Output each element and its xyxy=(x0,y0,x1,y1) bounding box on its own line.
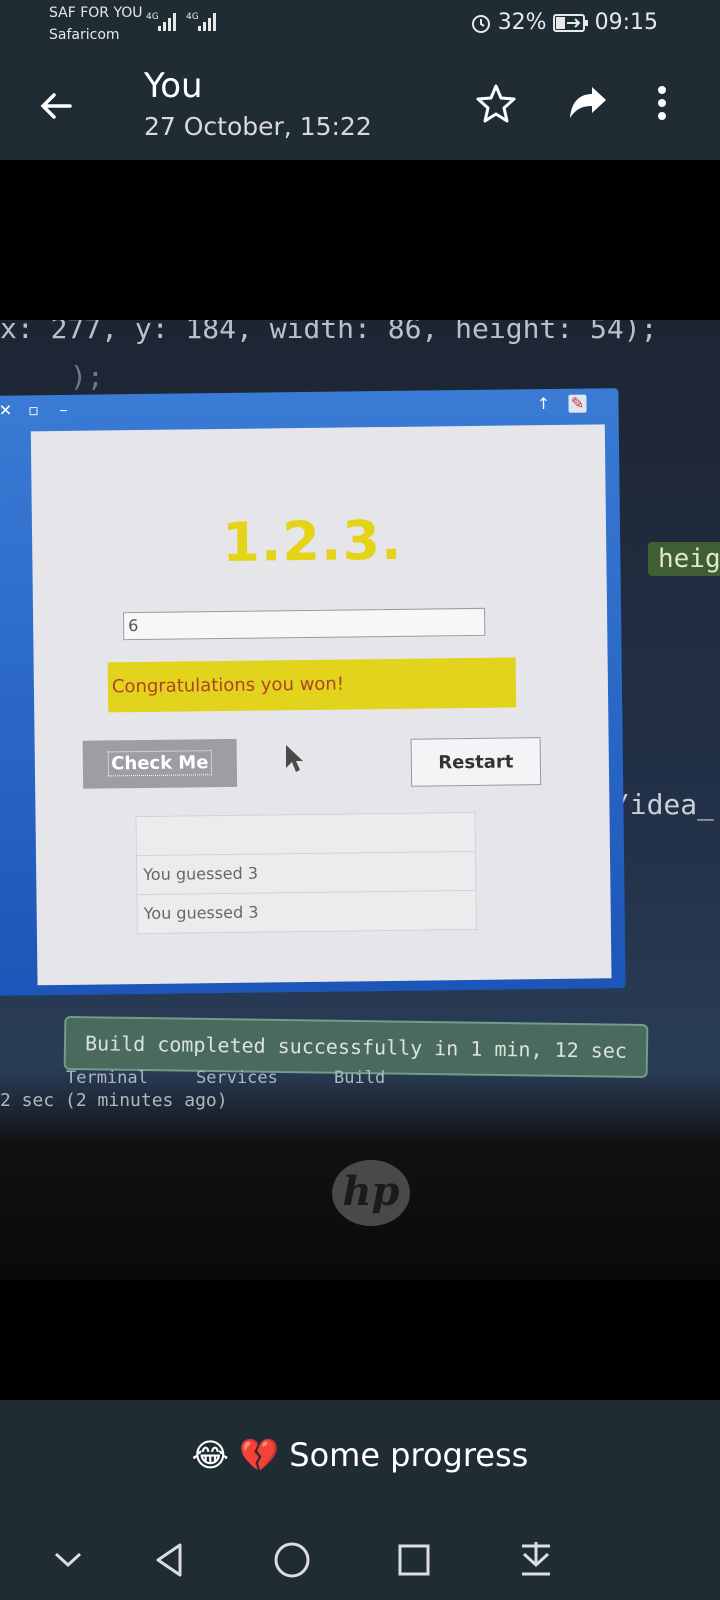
code-line-2: ); xyxy=(70,360,104,393)
guess-list: You guessed 3 You guessed 3 xyxy=(135,811,477,935)
battery-icon xyxy=(552,13,588,32)
network-type: 4G xyxy=(146,12,159,22)
up-arrow-icon[interactable]: ↑ xyxy=(534,394,552,413)
ide-status-line: 2 sec (2 minutes ago) xyxy=(0,1090,228,1111)
hp-logo: hp xyxy=(332,1160,410,1226)
check-me-button[interactable]: Check Me xyxy=(82,738,238,789)
home-icon[interactable] xyxy=(270,1538,314,1582)
forward-icon[interactable] xyxy=(566,82,610,126)
clock: 09:15 xyxy=(594,10,658,35)
terminal-tab: Terminal xyxy=(66,1068,148,1088)
signal-icon-2: 4G xyxy=(186,12,216,31)
more-options-icon[interactable] xyxy=(652,82,672,126)
window-titlebar: ✕ ▫ – ↑ ✎ xyxy=(0,388,619,428)
photo-caption: 😂 💔 Some progress xyxy=(191,1436,529,1474)
result-message: Congratulations you won! xyxy=(107,657,517,713)
code-line: x: 277, y: 184, width: 86, height: 54); xyxy=(0,320,658,345)
list-item xyxy=(135,811,476,857)
window-content: 1.2.3. 6 Congratulations you won! Check … xyxy=(30,424,612,986)
build-tab: Build xyxy=(334,1068,386,1088)
game-title: 1.2.3. xyxy=(221,508,403,575)
message-date: 27 October, 15:22 xyxy=(144,112,372,141)
network-type-2: 4G xyxy=(186,12,199,22)
carrier-operator: Safaricom xyxy=(49,27,120,43)
notification-shade-icon[interactable] xyxy=(514,1538,558,1582)
check-me-label: Check Me xyxy=(108,750,212,777)
list-item: You guessed 3 xyxy=(135,851,477,896)
app-window: ✕ ▫ – ↑ ✎ 1.2.3. 6 Congratulations you w… xyxy=(0,388,626,996)
restart-button[interactable]: Restart xyxy=(410,737,542,787)
status-bar: SAF FOR YOU Safaricom 4G 4G 32% 09:15 xyxy=(0,0,720,50)
maximize-icon[interactable]: ▫ xyxy=(24,400,42,419)
back-arrow-icon[interactable] xyxy=(36,86,76,126)
code-tag: heig xyxy=(648,542,720,576)
back-icon[interactable] xyxy=(148,1538,192,1582)
sender-name: You xyxy=(144,66,203,106)
viewer-header: You 27 October, 15:22 xyxy=(0,50,720,160)
signal-icon: 4G xyxy=(146,12,176,31)
recents-icon[interactable] xyxy=(392,1538,436,1582)
carrier-name: SAF FOR YOU xyxy=(49,5,143,21)
list-item: You guessed 3 xyxy=(136,890,477,935)
caption-bar: 😂 💔 Some progress xyxy=(0,1400,720,1520)
status-right: 32% 09:15 xyxy=(470,10,658,35)
shared-photo[interactable]: x: 277, y: 184, width: 86, height: 54); … xyxy=(0,320,720,1280)
star-icon[interactable] xyxy=(474,82,518,126)
chevron-down-icon[interactable] xyxy=(46,1538,90,1582)
minimize-icon[interactable]: – xyxy=(54,400,72,419)
guess-input[interactable]: 6 xyxy=(123,607,486,641)
close-icon[interactable]: ✕ xyxy=(0,401,15,420)
alarm-icon xyxy=(471,14,490,33)
battery-percent: 32% xyxy=(497,10,547,35)
services-tab: Services xyxy=(196,1068,278,1088)
app-menu-icon[interactable]: ✎ xyxy=(568,394,587,413)
system-nav-bar xyxy=(0,1520,720,1600)
mouse-cursor-icon xyxy=(286,745,303,772)
